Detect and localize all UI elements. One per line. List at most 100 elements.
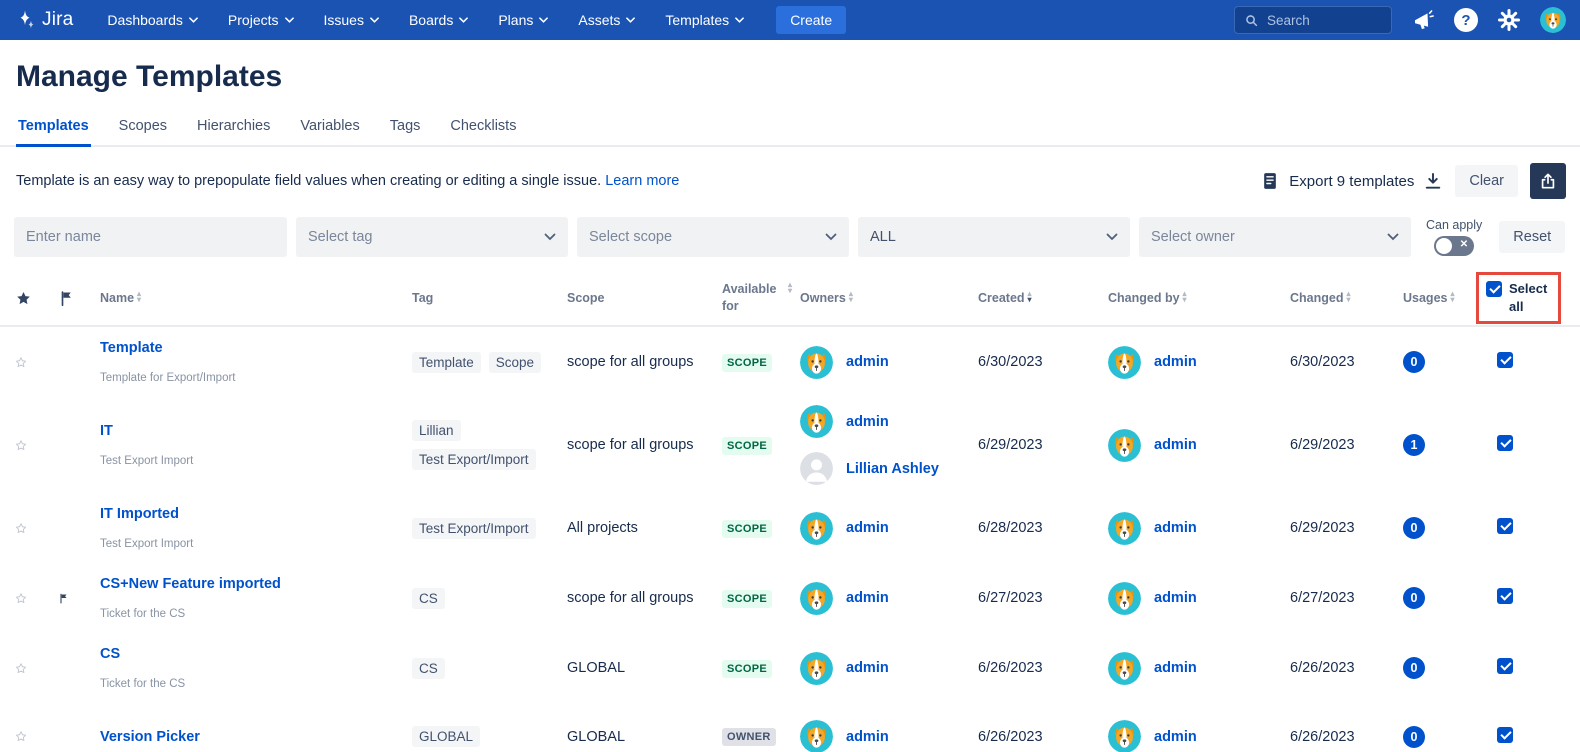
row-checkbox[interactable] — [1497, 435, 1513, 451]
nav-item-templates[interactable]: Templates — [665, 12, 744, 28]
row-checkbox[interactable] — [1497, 727, 1513, 743]
nav-item-boards[interactable]: Boards — [409, 12, 468, 28]
available-for-badge: SCOPE — [722, 590, 772, 608]
available-for-filter-select[interactable]: ALL — [858, 217, 1130, 257]
template-name-link[interactable]: IT Imported — [100, 506, 179, 522]
scope-cell: GLOBAL — [567, 660, 722, 676]
favorite-star-button[interactable] — [14, 434, 36, 456]
user-link[interactable]: admin — [846, 660, 889, 676]
usages-cell: 0 — [1403, 726, 1480, 748]
favorite-star-button[interactable] — [14, 726, 36, 748]
user-link[interactable]: admin — [846, 729, 889, 745]
sort-icon[interactable]: ▴▾ — [1028, 291, 1032, 303]
tab-variables[interactable]: Variables — [298, 112, 361, 147]
usages-count-badge: 0 — [1403, 587, 1425, 609]
name-filter-input[interactable] — [14, 217, 287, 257]
user-link[interactable]: admin — [1154, 437, 1197, 453]
create-button[interactable]: Create — [776, 6, 846, 34]
sort-icon[interactable]: ▴▾ — [137, 291, 141, 303]
sort-icon[interactable]: ▴▾ — [1450, 291, 1454, 303]
select-all-checkbox[interactable] — [1486, 281, 1502, 297]
user-link[interactable]: admin — [846, 520, 889, 536]
row-checkbox[interactable] — [1497, 352, 1513, 368]
user-link[interactable]: admin — [1154, 660, 1197, 676]
column-header-available[interactable]: Available for▴▾ — [722, 281, 800, 315]
announcements-icon[interactable] — [1410, 7, 1436, 33]
changed-by-cell: admin — [1108, 652, 1290, 685]
row-checkbox[interactable] — [1497, 518, 1513, 534]
can-apply-toggle[interactable]: ✕ — [1434, 236, 1474, 256]
tab-templates[interactable]: Templates — [16, 112, 91, 147]
nav-item-label: Issues — [324, 12, 364, 28]
user-link[interactable]: admin — [846, 414, 889, 430]
tag-filter-select[interactable]: Select tag — [296, 217, 568, 257]
nav-item-label: Assets — [578, 12, 620, 28]
tab-scopes[interactable]: Scopes — [117, 112, 169, 147]
flag-placeholder — [58, 518, 78, 538]
chevron-down-icon — [285, 17, 294, 23]
column-header-owners[interactable]: Owners▴▾ — [800, 290, 978, 307]
table-header: Name▴▾TagScopeAvailable for▴▾Owners▴▾Cre… — [0, 271, 1580, 327]
nav-item-assets[interactable]: Assets — [578, 12, 635, 28]
owner-filter-select[interactable]: Select owner — [1139, 217, 1411, 257]
flag-placeholder — [58, 658, 78, 678]
user-link[interactable]: admin — [1154, 729, 1197, 745]
user-link[interactable]: Lillian Ashley — [846, 461, 939, 477]
favorite-star-button[interactable] — [14, 351, 36, 373]
share-export-button[interactable] — [1530, 163, 1566, 199]
sort-icon[interactable]: ▴▾ — [849, 291, 853, 303]
template-description: Ticket for the CS — [100, 608, 404, 620]
settings-gear-icon[interactable] — [1496, 7, 1522, 33]
template-name-link[interactable]: CS — [100, 646, 120, 662]
clear-button[interactable]: Clear — [1455, 165, 1518, 197]
sort-icon[interactable]: ▴▾ — [1346, 291, 1350, 303]
user-link[interactable]: admin — [1154, 354, 1197, 370]
dog-avatar — [800, 512, 833, 545]
template-name-link[interactable]: Version Picker — [100, 729, 200, 745]
template-name-link[interactable]: CS+New Feature imported — [100, 576, 281, 592]
learn-more-link[interactable]: Learn more — [605, 173, 679, 189]
nav-item-dashboards[interactable]: Dashboards — [107, 12, 198, 28]
tab-hierarchies[interactable]: Hierarchies — [195, 112, 272, 147]
nav-item-projects[interactable]: Projects — [228, 12, 294, 28]
user-link[interactable]: admin — [846, 590, 889, 606]
dog-avatar — [1108, 652, 1141, 685]
tab-tags[interactable]: Tags — [388, 112, 423, 147]
user-link[interactable]: admin — [846, 354, 889, 370]
template-name-link[interactable]: IT — [100, 423, 113, 439]
jira-logo[interactable]: Jira — [14, 9, 73, 31]
template-name-link[interactable]: Template — [100, 340, 163, 356]
favorite-star-button[interactable] — [14, 657, 36, 679]
column-header-name[interactable]: Name▴▾ — [100, 290, 412, 307]
nav-item-plans[interactable]: Plans — [498, 12, 548, 28]
user-link[interactable]: admin — [1154, 590, 1197, 606]
sort-icon[interactable]: ▴▾ — [788, 282, 792, 294]
nav-item-label: Dashboards — [107, 12, 183, 28]
help-icon[interactable]: ? — [1454, 8, 1478, 32]
nav-item-issues[interactable]: Issues — [324, 12, 379, 28]
tags-cell: TemplateScope — [412, 352, 552, 373]
favorite-star-button[interactable] — [14, 517, 36, 539]
search-input[interactable] — [1267, 13, 1377, 28]
column-header-created[interactable]: Created▴▾ — [978, 290, 1108, 307]
sort-icon[interactable]: ▴▾ — [1183, 291, 1187, 303]
favorite-star-button[interactable] — [14, 587, 36, 609]
user-avatar[interactable] — [1540, 7, 1566, 33]
dog-avatar — [1108, 512, 1141, 545]
changed-by-cell: admin — [1108, 346, 1290, 379]
table-row: CS+New Feature imported Ticket for the CS… — [0, 563, 1580, 633]
chevron-down-icon — [626, 17, 635, 23]
scope-cell: All projects — [567, 520, 722, 536]
column-header-usages[interactable]: Usages▴▾ — [1403, 290, 1480, 307]
column-header-changed_by[interactable]: Changed by▴▾ — [1108, 290, 1290, 307]
global-search[interactable] — [1234, 6, 1392, 34]
row-checkbox[interactable] — [1497, 658, 1513, 674]
user-link[interactable]: admin — [1154, 520, 1197, 536]
row-checkbox[interactable] — [1497, 588, 1513, 604]
column-header-changed[interactable]: Changed▴▾ — [1290, 290, 1403, 307]
tab-checklists[interactable]: Checklists — [448, 112, 518, 147]
reset-button[interactable]: Reset — [1499, 221, 1565, 253]
export-templates-button[interactable]: Export 9 templates — [1260, 170, 1443, 192]
scope-filter-value: Select scope — [589, 229, 672, 245]
scope-filter-select[interactable]: Select scope — [577, 217, 849, 257]
